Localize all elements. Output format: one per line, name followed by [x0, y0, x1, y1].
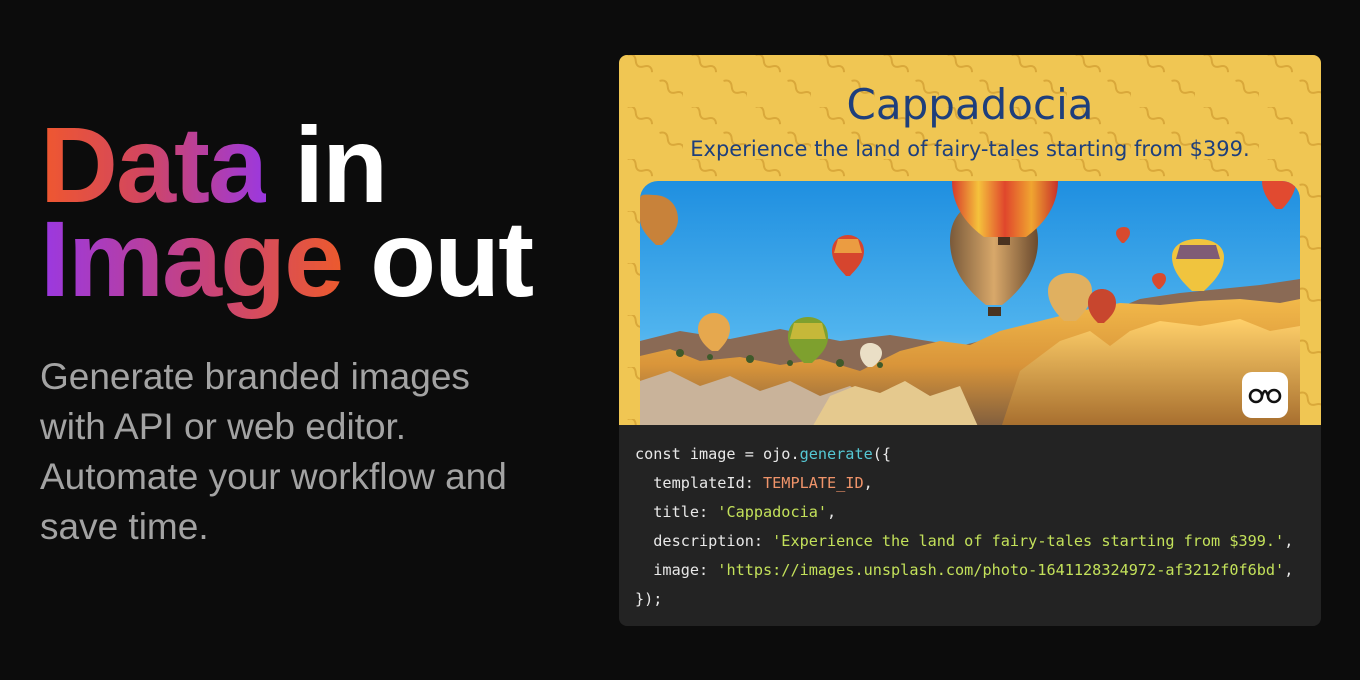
code-value-title: 'Cappadocia': [717, 503, 828, 521]
balloons-photo: [640, 181, 1300, 425]
code-line-3: title: 'Cappadocia',: [635, 498, 1305, 527]
code-var: image = ojo.: [680, 445, 800, 463]
hero-subtitle: Generate branded images with API or web …: [40, 356, 507, 547]
code-open: ({: [872, 445, 892, 463]
code-value-template: TEMPLATE_ID: [763, 474, 864, 492]
code-const: const: [635, 445, 681, 463]
code-line-5: image: 'https://images.unsplash.com/phot…: [635, 556, 1305, 585]
code-key-description: description:: [635, 532, 773, 550]
headline-out-word: out: [342, 198, 534, 319]
code-value-image: 'https://images.unsplash.com/photo-16411…: [717, 561, 1285, 579]
headline-line-2: Image out: [40, 205, 600, 313]
generated-image-preview: Cappadocia Experience the land of fairy-…: [619, 55, 1321, 425]
code-key-image: image:: [635, 561, 718, 579]
code-close: });: [635, 590, 663, 608]
demo-card: Cappadocia Experience the land of fairy-…: [619, 55, 1321, 626]
balloons-photo-illustration: [640, 181, 1300, 425]
code-comma: ,: [1284, 561, 1294, 579]
code-line-2: templateId: TEMPLATE_ID,: [635, 469, 1305, 498]
code-key-title: title:: [635, 503, 718, 521]
code-comma: ,: [1284, 532, 1294, 550]
code-line-6: });: [635, 585, 1305, 614]
headline-image-word: Image: [40, 198, 344, 319]
ojo-logo-mark: [1248, 388, 1282, 404]
code-comma: ,: [863, 474, 873, 492]
code-comma: ,: [827, 503, 837, 521]
code-value-description: 'Experience the land of fairy-tales star…: [772, 532, 1285, 550]
ojo-logo-icon: [1242, 372, 1288, 418]
code-key-template: templateId:: [635, 474, 764, 492]
preview-description: Experience the land of fairy-tales start…: [690, 137, 1250, 161]
code-line-1: const image = ojo.generate({: [635, 440, 1305, 469]
preview-title: Cappadocia: [846, 80, 1094, 129]
code-snippet: const image = ojo.generate({ templateId:…: [619, 425, 1321, 614]
headline: Data in Image out: [40, 111, 600, 313]
hero-section: Data in Image out Generate branded image…: [40, 111, 600, 552]
code-fn: generate: [799, 445, 873, 463]
code-line-4: description: 'Experience the land of fai…: [635, 527, 1305, 556]
